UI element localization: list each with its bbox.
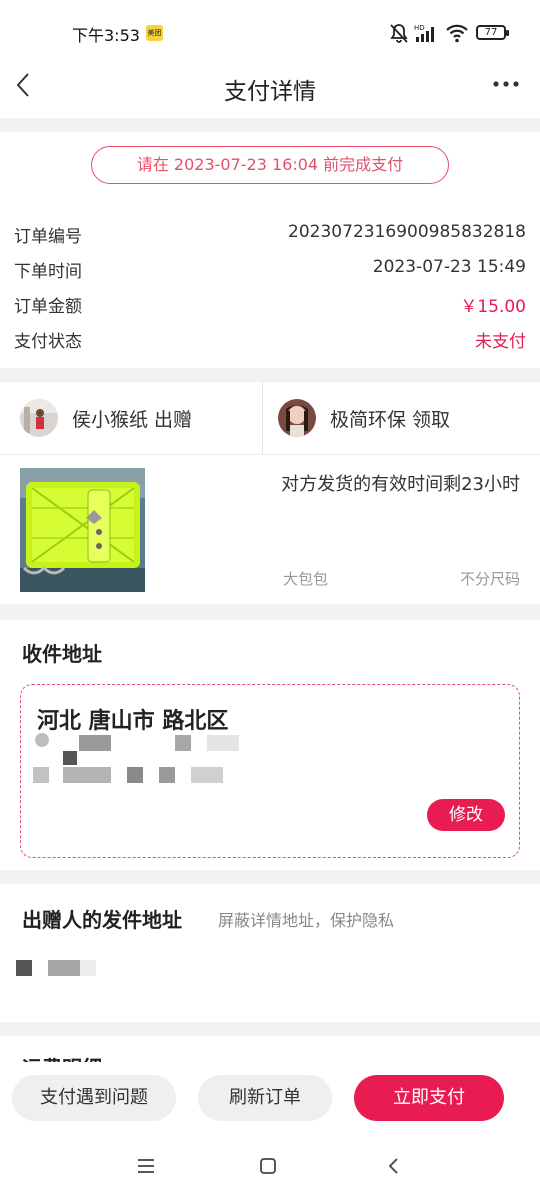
redacted-text bbox=[80, 960, 96, 976]
receiver-name: 极简环保 领取 bbox=[330, 408, 451, 431]
order-amount-row: 订单金额 ￥15.00 bbox=[14, 292, 526, 320]
item-size: 不分尺码 bbox=[459, 570, 520, 588]
party-divider bbox=[262, 382, 263, 454]
signal-icon: HD bbox=[414, 24, 434, 42]
privacy-note: 屏蔽详情地址，保护隐私 bbox=[218, 911, 395, 930]
order-time-row: 下单时间 2023-07-23 15:49 bbox=[14, 257, 526, 285]
receiver-party[interactable]: 极简环保 领取 bbox=[278, 382, 450, 454]
payment-status-value: 未支付 bbox=[475, 332, 526, 352]
redacted-text bbox=[175, 735, 191, 751]
redacted-text bbox=[63, 751, 77, 765]
menu-icon[interactable] bbox=[136, 1156, 156, 1176]
receive-address-title: 收件地址 bbox=[22, 642, 102, 666]
order-time-value: 2023-07-23 15:49 bbox=[372, 257, 526, 277]
payment-status-row: 支付状态 未支付 bbox=[14, 327, 526, 355]
footer-action-bar: 支付遇到问题 刷新订单 立即支付 bbox=[0, 1062, 540, 1134]
order-amount-label: 订单金额 bbox=[14, 297, 82, 317]
receive-address-box[interactable]: 河北 唐山市 路北区 修改 bbox=[20, 684, 520, 858]
item-card: 侯小猴纸 出赠 极简环保 领取 对方发货的有效时间剩23小时 大包包 不分尺码 bbox=[0, 382, 540, 604]
address-region: 河北 唐山市 路北区 bbox=[37, 709, 229, 734]
page-title: 支付详情 bbox=[224, 79, 316, 105]
giver-name: 侯小猴纸 出赠 bbox=[72, 408, 193, 431]
giver-party[interactable]: 侯小猴纸 出赠 bbox=[20, 382, 192, 454]
more-options-icon[interactable] bbox=[492, 74, 520, 94]
redacted-text bbox=[127, 767, 143, 783]
svg-text:HD: HD bbox=[414, 24, 425, 32]
item-category: 大包包 bbox=[283, 570, 329, 588]
payment-problem-button[interactable]: 支付遇到问题 bbox=[12, 1075, 176, 1121]
redacted-text bbox=[79, 735, 111, 751]
back-icon[interactable] bbox=[384, 1156, 404, 1176]
order-number-value: 20230723169009858328​18 bbox=[288, 222, 526, 242]
sender-address-title: 出赠人的发件地址 bbox=[22, 908, 182, 932]
payment-info-card: 请在 2023-07-23 16:04 前完成支付 订单编号 202307231… bbox=[0, 132, 540, 368]
shipping-deadline-hint: 对方发货的有效时间剩23小时 bbox=[281, 474, 520, 495]
redacted-text bbox=[159, 767, 175, 783]
redacted-text bbox=[48, 960, 80, 976]
order-time-label: 下单时间 bbox=[14, 262, 82, 282]
payment-deadline-notice: 请在 2023-07-23 16:04 前完成支付 bbox=[91, 146, 449, 184]
meituan-badge-icon: 美团 bbox=[146, 25, 163, 41]
home-icon[interactable] bbox=[258, 1156, 278, 1176]
payment-status-label: 支付状态 bbox=[14, 332, 82, 352]
redacted-text bbox=[207, 735, 239, 751]
status-time: 下午3:53 bbox=[72, 26, 140, 45]
redacted-text bbox=[33, 767, 49, 783]
sender-address-card: 出赠人的发件地址 屏蔽详情地址，保护隐私 bbox=[0, 884, 540, 1022]
giver-avatar bbox=[20, 399, 58, 437]
redacted-text bbox=[16, 960, 32, 976]
order-amount-value: ￥15.00 bbox=[460, 297, 526, 317]
receiver-avatar bbox=[278, 399, 316, 437]
item-divider bbox=[0, 454, 540, 455]
order-number-label: 订单编号 bbox=[14, 227, 82, 247]
order-number-row: 订单编号 20230723169009858328​18 bbox=[14, 222, 526, 250]
pay-now-button[interactable]: 立即支付 bbox=[354, 1075, 504, 1121]
refresh-order-button[interactable]: 刷新订单 bbox=[198, 1075, 332, 1121]
redacted-text bbox=[63, 767, 111, 783]
product-image[interactable] bbox=[20, 468, 145, 592]
nav-bar: 支付详情 bbox=[0, 56, 540, 118]
receive-address-card: 收件地址 河北 唐山市 路北区 修改 bbox=[0, 620, 540, 870]
battery-icon: 77 bbox=[476, 25, 509, 40]
redacted-icon bbox=[35, 733, 49, 747]
edit-address-button[interactable]: 修改 bbox=[427, 799, 505, 831]
redacted-text bbox=[191, 767, 223, 783]
wifi-icon bbox=[446, 24, 468, 43]
mute-bell-icon bbox=[390, 24, 408, 43]
system-nav-bar bbox=[0, 1134, 540, 1200]
